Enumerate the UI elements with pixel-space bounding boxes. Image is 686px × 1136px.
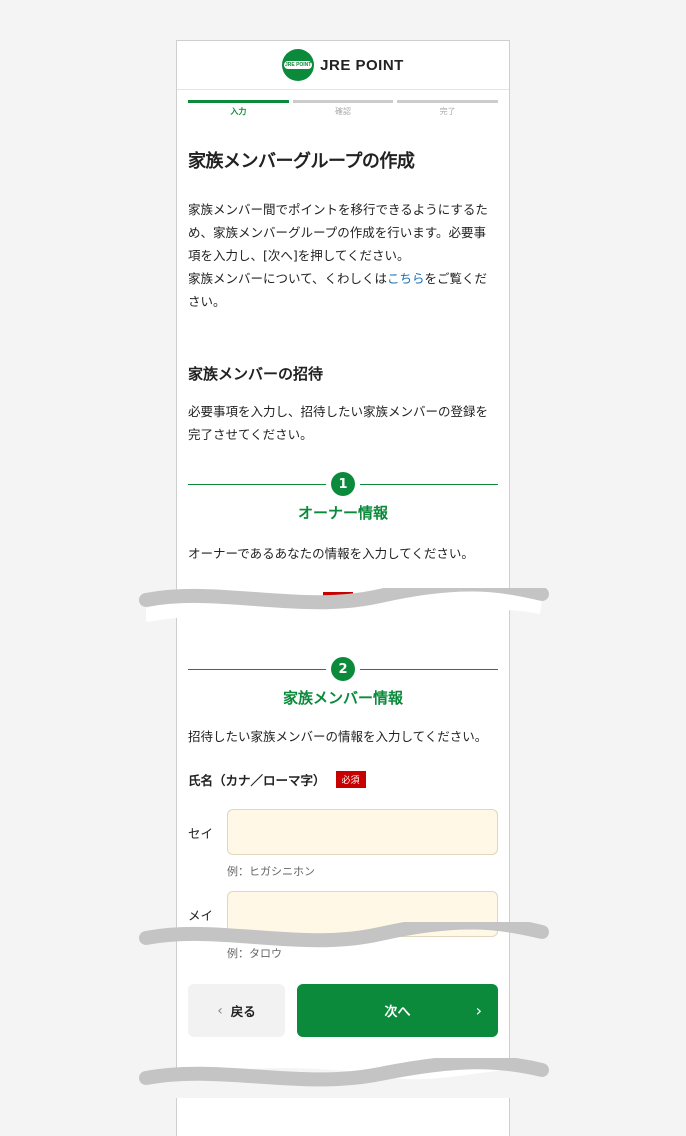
sei-input[interactable] xyxy=(227,809,498,855)
invite-heading: 家族メンバーの招待 xyxy=(188,365,324,383)
member-desc: 招待したい家族メンバーの情報を入力してください。 xyxy=(188,729,488,744)
tear-separator xyxy=(139,588,549,622)
owner-section-header: 1 オーナー情報 xyxy=(188,472,498,532)
step-complete: 完了 xyxy=(397,100,499,117)
owner-desc: オーナーであるあなたの情報を入力してください。 xyxy=(188,546,474,561)
tear-separator xyxy=(139,922,549,948)
sei-label: セイ xyxy=(188,825,214,841)
section-title: 家族メンバー情報 xyxy=(282,689,403,707)
intro-text: 家族メンバー間でポイントを移行できるようにするため、家族メンバーグループの作成を… xyxy=(188,202,488,263)
section-number-badge: 2 xyxy=(331,657,355,681)
required-badge: 必須 xyxy=(335,771,366,788)
back-button[interactable]: ‹ 戻る xyxy=(188,984,285,1037)
jre-point-logo-icon: JRE POINT xyxy=(282,49,315,81)
name-label: 氏名（カナ／ローマ字） 必須 xyxy=(188,770,498,789)
intro-link-text: 家族メンバーについて、くわしくはこちらをご覧ください。 xyxy=(188,271,488,309)
footer-buttons: ‹ 戻る 次へ › xyxy=(188,984,498,1037)
mei-label: メイ xyxy=(188,907,214,923)
step-confirm: 確認 xyxy=(292,100,394,117)
page-title: 家族メンバーグループの作成 xyxy=(188,151,415,172)
sei-example: 例：ヒガシニホン xyxy=(227,865,315,878)
progress-steps: 入力 確認 完了 xyxy=(177,100,509,117)
app-header: JRE POINT JRE POINT xyxy=(177,41,509,90)
chevron-right-icon: › xyxy=(475,1001,482,1020)
chevron-left-icon: ‹ xyxy=(217,1002,223,1019)
next-button[interactable]: 次へ › xyxy=(297,984,498,1037)
step-label: 入力 xyxy=(230,107,247,116)
step-input: 入力 xyxy=(188,100,289,117)
section-title: オーナー情報 xyxy=(297,504,388,522)
brand-name: JRE POINT xyxy=(320,56,404,74)
invite-desc: 必要事項を入力し、招待したい家族メンバーの登録を完了させてください。 xyxy=(188,404,489,442)
step-label: 確認 xyxy=(335,107,351,116)
section-number-badge: 1 xyxy=(331,472,355,496)
step-label: 完了 xyxy=(439,107,456,116)
details-link[interactable]: こちら xyxy=(387,271,425,286)
member-section-header: 2 家族メンバー情報 xyxy=(188,657,498,717)
sei-row: セイ xyxy=(188,809,498,855)
main-content: 家族メンバーグループの作成 家族メンバー間でポイントを移行できるようにするため、… xyxy=(177,147,509,961)
tear-separator xyxy=(0,1058,549,1098)
